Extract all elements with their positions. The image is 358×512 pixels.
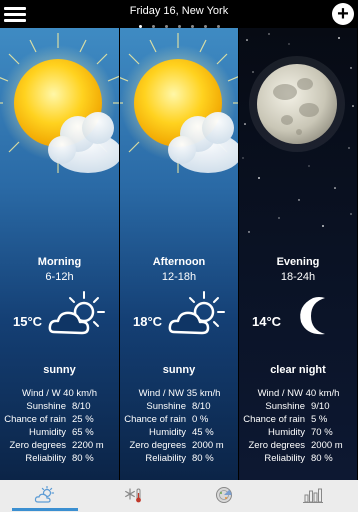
detail-label: Chance of rain	[243, 414, 305, 425]
detail-value: 2000 m	[192, 440, 224, 451]
forecast-panel-afternoon[interactable]: Afternoon 12-18h 18°C sunny Wind / NW 35…	[119, 28, 238, 480]
detail-row: Sunshine 8/10	[120, 401, 238, 414]
detail-value: 2200 m	[72, 440, 104, 451]
detail-row: Chance of rain 25 %	[0, 414, 119, 427]
sun-cloud-icon	[48, 291, 105, 335]
detail-label: Reliability	[145, 453, 186, 464]
condition-text: sunny	[43, 364, 76, 376]
detail-label: Reliability	[25, 453, 66, 464]
detail-row: Reliability 80 %	[120, 453, 238, 466]
bottom-tab-bar	[0, 480, 358, 512]
hours-range: 12-18h	[161, 271, 197, 283]
detail-value: 80 %	[192, 453, 214, 464]
detail-row: Humidity 65 %	[0, 427, 119, 440]
sun-cloud-illustration	[120, 33, 238, 173]
top-bar: Friday 16, New York +	[0, 0, 358, 28]
add-location-icon[interactable]: +	[332, 3, 354, 25]
detail-label: Zero degrees	[129, 440, 186, 451]
detail-row: Zero degrees 2000 m	[120, 440, 238, 453]
snowflake-thermometer-icon	[125, 488, 142, 503]
detail-value: 9/10	[311, 401, 330, 412]
detail-label: Zero degrees	[9, 440, 66, 451]
forecast-panels: Morning 6-12h 15°C sunny Wind / W 40 km/…	[0, 28, 358, 480]
detail-row: Chance of rain 5 %	[239, 414, 357, 427]
forecast-panel-evening[interactable]: Evening 18-24h 14°C clear night Wind / N…	[238, 28, 357, 480]
detail-value: 25 %	[72, 414, 94, 425]
period-label: Morning	[37, 256, 82, 268]
detail-row: Sunshine 9/10	[239, 401, 357, 414]
detail-value: 45 %	[192, 427, 214, 438]
detail-value: 5 %	[311, 414, 328, 425]
moon-illustration	[242, 33, 354, 233]
page-title: Friday 16, New York	[129, 5, 229, 17]
details-list: Wind / W 40 km/h Sunshine 8/10 Chance of …	[0, 388, 119, 466]
details-list: Wind / NW 40 km/h Sunshine 9/10 Chance of…	[239, 388, 357, 466]
detail-value: 80 %	[311, 453, 333, 464]
wind-info: Wind / NW 35 km/h	[138, 388, 221, 399]
detail-value: 8/10	[72, 401, 91, 412]
detail-label: Sunshine	[146, 401, 186, 412]
detail-row: Humidity 70 %	[239, 427, 357, 440]
detail-value: 80 %	[72, 453, 94, 464]
detail-label: Sunshine	[265, 401, 305, 412]
tab-charts[interactable]	[269, 480, 358, 512]
condition-text: clear night	[270, 364, 326, 376]
detail-label: Chance of rain	[124, 414, 186, 425]
hours-range: 6-12h	[45, 271, 74, 283]
sun-cloud-illustration	[0, 33, 119, 173]
radar-icon	[215, 487, 232, 503]
detail-value: 70 %	[311, 427, 333, 438]
temperature: 15°C	[13, 314, 43, 329]
detail-label: Humidity	[29, 427, 66, 438]
detail-label: Sunshine	[26, 401, 66, 412]
bar-chart-icon	[303, 488, 324, 503]
tab-radar[interactable]	[179, 480, 269, 512]
condition-text: sunny	[162, 364, 196, 376]
detail-row: Humidity 45 %	[120, 427, 238, 440]
detail-value: 8/10	[192, 401, 211, 412]
hours-range: 18-24h	[280, 271, 316, 283]
detail-label: Humidity	[268, 427, 305, 438]
temperature: 18°C	[133, 314, 163, 329]
detail-row: Zero degrees 2200 m	[0, 440, 119, 453]
detail-label: Humidity	[149, 427, 186, 438]
sun-cloud-tab-icon	[34, 486, 54, 503]
detail-row: Sunshine 8/10	[0, 401, 119, 414]
moon-icon	[300, 297, 325, 335]
detail-row: Reliability 80 %	[239, 453, 357, 466]
detail-row: Chance of rain 0 %	[120, 414, 238, 427]
detail-row: Reliability 80 %	[0, 453, 119, 466]
detail-label: Zero degrees	[248, 440, 305, 451]
detail-value: 0 %	[192, 414, 209, 425]
period-label: Evening	[276, 256, 320, 268]
wind-info: Wind / W 40 km/h	[22, 388, 97, 399]
tab-forecast[interactable]	[0, 480, 90, 512]
forecast-panel-morning[interactable]: Morning 6-12h 15°C sunny Wind / W 40 km/…	[0, 28, 119, 480]
sun-cloud-icon	[168, 291, 225, 335]
detail-label: Reliability	[264, 453, 305, 464]
wind-info: Wind / NW 40 km/h	[257, 388, 340, 399]
detail-value: 65 %	[72, 427, 94, 438]
detail-value: 2000 m	[311, 440, 343, 451]
tab-details[interactable]	[90, 480, 180, 512]
period-label: Afternoon	[152, 256, 206, 268]
detail-row: Zero degrees 2000 m	[239, 440, 357, 453]
temperature: 14°C	[252, 314, 282, 329]
details-list: Wind / NW 35 km/h Sunshine 8/10 Chance of…	[120, 388, 238, 466]
detail-label: Chance of rain	[4, 414, 66, 425]
